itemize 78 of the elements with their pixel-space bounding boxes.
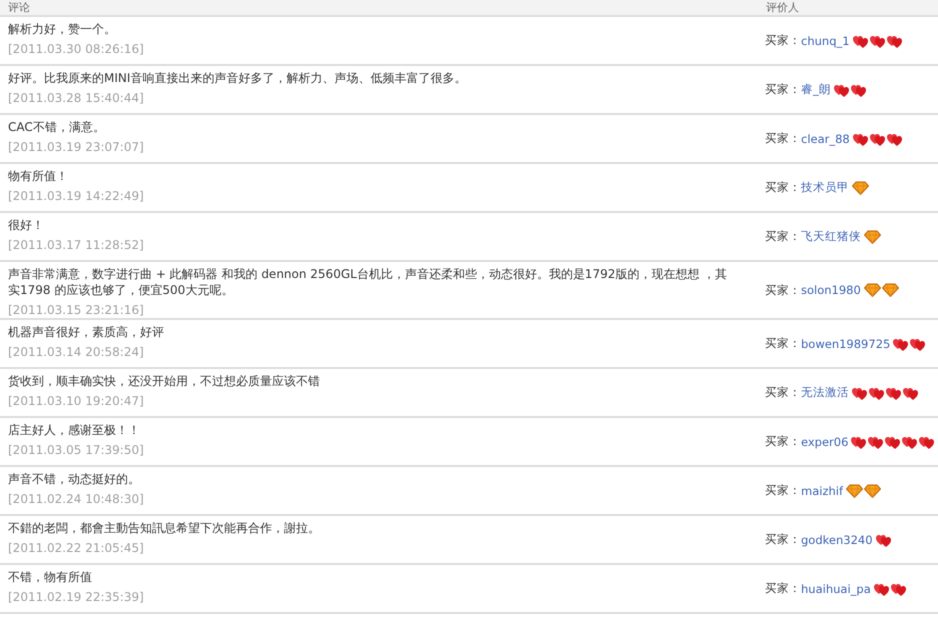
diamond-icon: [864, 230, 881, 244]
diamond-icon: [882, 283, 899, 297]
comment-text: 货收到，顺丰确实快，还没开始用，不过想必质量应该不错: [8, 373, 321, 389]
comment-text: 机器声音很好，素质高，好评: [8, 324, 165, 340]
buyer-label: 买家：: [765, 385, 801, 400]
heart-icon: [852, 132, 869, 146]
heart-icon: [885, 434, 902, 448]
buyer-label: 买家：: [765, 581, 801, 596]
buyer-label: 买家：: [765, 282, 801, 298]
comment-text: 声音不错，动态挺好的。: [8, 471, 141, 487]
heart-icon: [870, 34, 886, 48]
comment-text: 好评。比我原来的MINI音响直接出来的声音好多了，解析力、声场、低频丰富了很多。: [8, 70, 468, 86]
heart-icon: [850, 82, 867, 96]
buyer-label: 买家：: [765, 434, 801, 449]
comment-text: 解析力好，赞一个。: [8, 21, 117, 37]
buyer-link[interactable]: huaihuai_pa: [801, 582, 871, 596]
comment-date: [2011.03.30 08:26:16]: [8, 41, 145, 57]
heart-icon: [870, 132, 886, 146]
heart-icon: [868, 434, 884, 448]
buyer-link[interactable]: bowen1989725: [801, 336, 890, 350]
comment-text: CAC不错，满意。: [8, 119, 106, 135]
heart-icon: [886, 386, 902, 400]
heart-icon: [852, 34, 869, 48]
comment-text: 不錯的老闆，都會主動告知訊息希望下次能再合作，謝拉。: [8, 520, 321, 536]
comment-date: [2011.02.22 21:05:45]: [8, 540, 145, 556]
buyer-label: 买家：: [765, 131, 801, 146]
comment-date: [2011.03.14 20:58:24]: [8, 344, 145, 360]
column-header: 评论: [7, 0, 31, 15]
comment-date: [2011.03.05 17:39:50]: [8, 442, 145, 458]
buyer-label: 买家：: [765, 532, 801, 547]
comment-text: 不错，物有所值: [8, 569, 93, 585]
buyer-link[interactable]: 飞天红猪侠: [801, 229, 861, 244]
diamond-icon: [852, 180, 869, 194]
buyer-label: 买家：: [765, 82, 801, 97]
heart-icon: [902, 434, 918, 448]
buyer-link[interactable]: 无法激活: [801, 385, 849, 400]
heart-icon: [890, 582, 907, 596]
comment-text: 很好！: [8, 217, 45, 233]
buyer-label: 买家：: [765, 336, 801, 351]
buyer-label: 买家：: [765, 33, 801, 48]
buyer-link[interactable]: 技术员甲: [801, 180, 849, 195]
heart-icon: [876, 532, 892, 546]
heart-icon: [910, 336, 926, 350]
diamond-icon: [864, 484, 882, 498]
heart-icon: [886, 34, 903, 48]
buyer-label: 买家：: [765, 180, 801, 195]
buyer-link[interactable]: exper06: [801, 434, 848, 448]
buyer-link[interactable]: chunq_1: [801, 34, 850, 48]
buyer-link[interactable]: solon1980: [801, 283, 861, 297]
comment-text: 物有所值！: [8, 168, 69, 184]
heart-icon: [919, 434, 936, 448]
buyer-label: 买家：: [765, 229, 801, 244]
column-header: 评价人: [765, 0, 800, 15]
comment-date: [2011.03.15 23:21:16]: [8, 302, 145, 318]
buyer-link[interactable]: 睿_朗: [801, 82, 831, 97]
comment-date: [2011.03.10 19:20:47]: [8, 393, 145, 409]
comment-date: [2011.03.19 23:07:07]: [8, 139, 145, 155]
comment-date: [2011.03.17 11:28:52]: [8, 237, 145, 253]
heart-icon: [869, 386, 885, 400]
heart-icon: [874, 582, 890, 596]
buyer-link[interactable]: maizhif: [801, 484, 844, 498]
buyer-link[interactable]: godken3240: [801, 532, 873, 546]
comment-text: 声音非常满意，数字进行曲 + 此解码器 和我的 dennon 2560GL台机比，声音还柔和些，动态很好。我的是1792版的，现在想想 ，其实1798 的应该也够了，便宜500大元呢。: [8, 266, 728, 298]
buyer-link[interactable]: clear_88: [801, 132, 850, 146]
heart-icon: [851, 434, 868, 448]
heart-icon: [903, 386, 919, 400]
heart-icon: [834, 82, 850, 96]
buyer-label: 买家：: [765, 483, 801, 498]
comment-text: 店主好人，感谢至极！！: [8, 422, 141, 438]
diamond-icon: [864, 283, 881, 297]
heart-icon: [886, 132, 903, 146]
comment-date: [2011.03.19 14:22:49]: [8, 188, 145, 204]
heart-icon: [893, 336, 910, 350]
comment-date: [2011.02.19 22:35:39]: [8, 589, 145, 605]
comment-date: [2011.03.28 15:40:44]: [8, 90, 145, 106]
diamond-icon: [846, 484, 864, 498]
heart-icon: [852, 386, 868, 400]
comment-date: [2011.02.24 10:48:30]: [8, 491, 145, 507]
